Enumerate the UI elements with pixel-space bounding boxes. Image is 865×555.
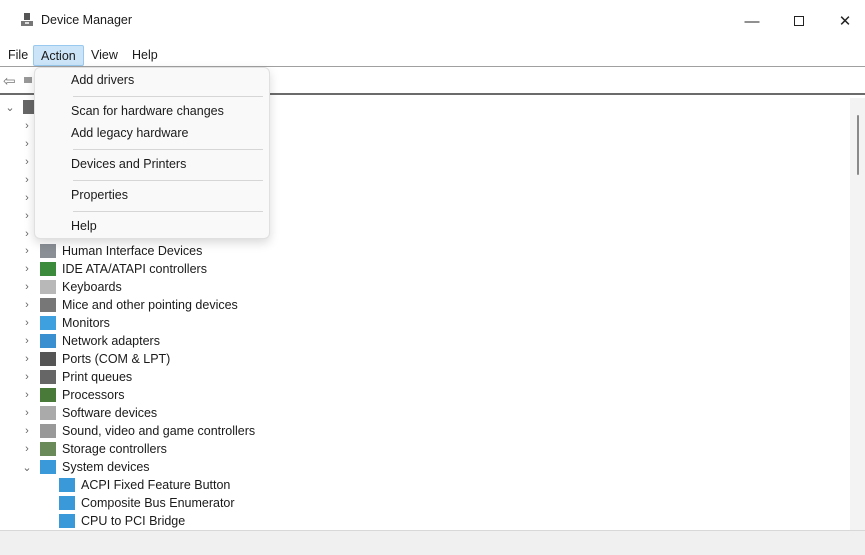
tree-category-label: Ports (COM & LPT) (62, 352, 171, 366)
tree-category[interactable]: › Sound, video and game controllers (22, 422, 255, 440)
tree-category-label: Human Interface Devices (62, 244, 203, 258)
monitor-icon (40, 316, 56, 330)
tree-category[interactable]: › Monitors (22, 314, 110, 332)
chevron-down-icon[interactable]: ⌄ (5, 101, 15, 114)
system-folder-icon (40, 460, 56, 474)
menu-item-devices-printers[interactable]: Devices and Printers (39, 153, 265, 175)
tree-device[interactable]: ACPI Fixed Feature Button (59, 476, 230, 494)
menu-item-add-legacy-hardware[interactable]: Add legacy hardware (39, 122, 265, 144)
menu-action[interactable]: Action (33, 45, 84, 66)
system-device-icon (59, 478, 75, 492)
mouse-icon (40, 298, 56, 312)
chevron-right-icon[interactable]: › (22, 407, 32, 419)
tree-category-label: Monitors (62, 316, 110, 330)
device-manager-icon (21, 13, 33, 26)
system-device-icon (59, 496, 75, 510)
tree-category[interactable]: › Ports (COM & LPT) (22, 350, 170, 368)
close-button[interactable]: ✕ (822, 8, 865, 34)
chevron-right-icon[interactable]: › (22, 174, 32, 186)
vertical-scrollbar[interactable] (850, 98, 865, 530)
chevron-right-icon[interactable]: › (22, 192, 32, 204)
chevron-right-icon[interactable]: › (22, 299, 32, 311)
window-title: Device Manager (41, 13, 133, 27)
chevron-down-icon[interactable]: ⌄ (22, 461, 32, 474)
chevron-right-icon[interactable]: › (22, 228, 32, 240)
tree-device-label: ACPI Fixed Feature Button (81, 478, 231, 492)
tree-category-label: Network adapters (62, 334, 160, 348)
tree-device[interactable]: Composite Bus Enumerator (59, 494, 235, 512)
scrollbar-thumb[interactable] (857, 115, 859, 175)
tree-category[interactable]: › Storage controllers (22, 440, 167, 458)
tree-category[interactable]: › Human Interface Devices (22, 242, 202, 260)
hid-icon (40, 244, 56, 258)
chevron-right-icon[interactable]: › (22, 443, 32, 455)
port-icon (40, 352, 56, 366)
menu-file[interactable]: File (1, 45, 35, 66)
software-icon (40, 406, 56, 420)
tree-device[interactable]: CPU to PCI Bridge (59, 512, 185, 530)
keyboard-icon (40, 280, 56, 294)
menu-item-add-drivers[interactable]: Add drivers (39, 69, 265, 91)
menu-separator (73, 149, 263, 150)
printer-icon (40, 370, 56, 384)
action-menu: Add drivers Scan for hardware changes Ad… (34, 67, 270, 239)
menu-bar: File Action View Help (0, 43, 865, 67)
processor-icon (40, 388, 56, 402)
chevron-right-icon[interactable]: › (22, 281, 32, 293)
tree-category-label: System devices (62, 460, 150, 474)
tree-category-label: Keyboards (62, 280, 122, 294)
chevron-right-icon[interactable]: › (22, 389, 32, 401)
ide-icon (40, 262, 56, 276)
tree-category[interactable]: › Processors (22, 386, 125, 404)
forward-icon[interactable] (24, 77, 32, 83)
tree-category-label: Storage controllers (62, 442, 167, 456)
tree-category[interactable]: › Network adapters (22, 332, 160, 350)
chevron-right-icon[interactable]: › (22, 353, 32, 365)
maximize-button[interactable] (776, 8, 822, 34)
menu-item-help[interactable]: Help (39, 215, 265, 237)
menu-item-scan-hardware[interactable]: Scan for hardware changes (39, 100, 265, 122)
chevron-right-icon[interactable]: › (22, 210, 32, 222)
network-icon (40, 334, 56, 348)
tree-category-label: Print queues (62, 370, 133, 384)
tree-category[interactable]: › Software devices (22, 404, 157, 422)
system-device-icon (59, 514, 75, 528)
menu-separator (73, 96, 263, 97)
status-bar (0, 530, 865, 555)
chevron-right-icon[interactable]: › (22, 156, 32, 168)
menu-view[interactable]: View (84, 45, 125, 66)
menu-separator (73, 211, 263, 212)
tree-category[interactable]: › IDE ATA/ATAPI controllers (22, 260, 207, 278)
menu-item-properties[interactable]: Properties (39, 184, 265, 206)
tree-device-label: CPU to PCI Bridge (81, 514, 186, 528)
tree-category[interactable]: ⌄ System devices (22, 458, 150, 476)
chevron-right-icon[interactable]: › (22, 120, 32, 132)
tree-device-label: Composite Bus Enumerator (81, 496, 235, 510)
chevron-right-icon[interactable]: › (22, 138, 32, 150)
menu-separator (73, 180, 263, 181)
tree-category[interactable]: › Keyboards (22, 278, 122, 296)
tree-category-label: Mice and other pointing devices (62, 298, 238, 312)
tree-category-label: Processors (62, 388, 125, 402)
chevron-right-icon[interactable]: › (22, 371, 32, 383)
tree-category-label: Sound, video and game controllers (62, 424, 256, 438)
speaker-icon (40, 424, 56, 438)
storage-icon (40, 442, 56, 456)
tree-category-label: IDE ATA/ATAPI controllers (62, 262, 207, 276)
chevron-right-icon[interactable]: › (22, 335, 32, 347)
chevron-right-icon[interactable]: › (22, 245, 32, 257)
chevron-right-icon[interactable]: › (22, 317, 32, 329)
tree-category[interactable]: › Mice and other pointing devices (22, 296, 238, 314)
chevron-right-icon[interactable]: › (22, 425, 32, 437)
chevron-right-icon[interactable]: › (22, 263, 32, 275)
title-bar: Device Manager — ✕ (0, 0, 865, 42)
back-arrow-icon[interactable]: ⇦ (3, 72, 16, 90)
menu-help[interactable]: Help (125, 45, 165, 66)
tree-category-label: Software devices (62, 406, 158, 420)
minimize-button[interactable]: — (729, 8, 775, 34)
tree-category[interactable]: › Print queues (22, 368, 132, 386)
